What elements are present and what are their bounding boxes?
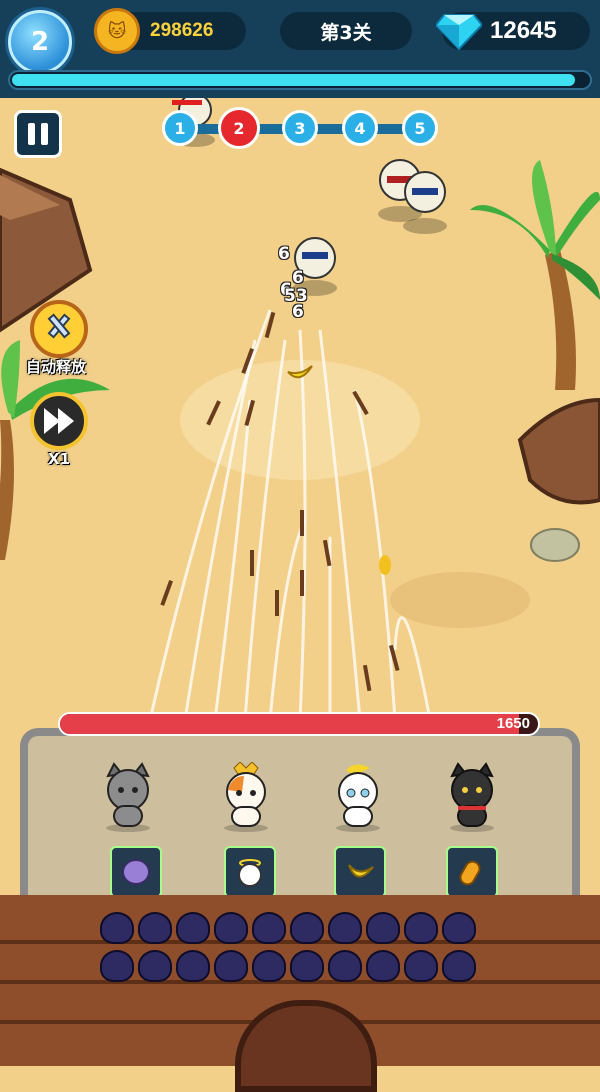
diamond-icon: [436, 14, 482, 51]
ammo-bag: [290, 950, 324, 982]
stage-label: 第3关: [320, 21, 372, 44]
ammo-bag: [176, 950, 210, 982]
ammo-bag: [176, 912, 210, 944]
wave-node-1: 1: [162, 110, 198, 146]
ammo-bag: [404, 912, 438, 944]
dropped-coin: [379, 555, 391, 575]
ammo-bag: [252, 950, 286, 982]
wave-node-4: 4: [342, 110, 378, 146]
gem-counter: 12645: [436, 12, 590, 51]
wave-node-2: 2: [218, 107, 260, 149]
player-level: 2: [30, 27, 50, 57]
skill-slot-2[interactable]: [224, 846, 276, 898]
angel-cat-icon: [238, 859, 262, 887]
auto-cast-button[interactable]: [30, 300, 88, 358]
ammo-bag: [138, 950, 172, 982]
ammo-bag: [100, 912, 134, 944]
base-health-bar: 1650: [58, 712, 540, 736]
auto-cast-label: 自动释放: [26, 358, 87, 376]
pause-icon: [28, 123, 35, 145]
cat-hero-white[interactable]: [326, 762, 390, 832]
skill-slot-4[interactable]: [446, 846, 498, 898]
wave-node-3: 3: [282, 110, 318, 146]
purple-orb-icon: [122, 859, 150, 885]
ammo-bag: [214, 912, 248, 944]
ammo-bag: [442, 950, 476, 982]
speed-toggle-button[interactable]: [30, 392, 88, 450]
ammo-bag: [252, 912, 286, 944]
pause-button[interactable]: [14, 110, 62, 158]
cat-hero-gray[interactable]: [96, 762, 160, 832]
ammo-bag: [404, 950, 438, 982]
bullet-icon: [459, 860, 481, 886]
cat-coin-icon: 🐱: [94, 8, 140, 54]
gem-amount: 12645: [490, 17, 557, 44]
player-level-badge[interactable]: 2: [8, 10, 72, 74]
ammo-bag: [442, 912, 476, 944]
ammo-bag: [328, 950, 362, 982]
speed-label: X1: [48, 450, 71, 468]
base-health-fill: [60, 714, 519, 734]
coin-counter: 🐱 298626: [94, 8, 246, 54]
enemy-cat-skeleton-3: [403, 171, 447, 234]
ammo-bag: [328, 912, 362, 944]
sword-shield-icon: [47, 313, 71, 339]
ammo-bag: [100, 950, 134, 982]
rock: [530, 528, 580, 562]
wave-node-5: 5: [402, 110, 438, 146]
damage-number: 6: [292, 302, 304, 322]
ammo-bag: [138, 912, 172, 944]
experience-bar: [8, 70, 592, 90]
ammo-bag: [366, 912, 400, 944]
cat-hero-black[interactable]: [440, 762, 504, 832]
ammo-bag: [214, 950, 248, 982]
ammo-bag: [366, 950, 400, 982]
base-health-value: 1650: [496, 715, 530, 732]
damage-number: 6: [292, 268, 304, 288]
skill-slot-1[interactable]: [110, 846, 162, 898]
coin-amount: 298626: [150, 20, 214, 41]
skill-slot-3[interactable]: [334, 846, 386, 898]
damage-number: 6: [278, 244, 290, 264]
stage-indicator: 第3关: [280, 12, 412, 50]
experience-bar-fill: [12, 74, 575, 86]
cat-hero-calico[interactable]: [214, 762, 278, 832]
ammo-bag: [290, 912, 324, 944]
banana-icon: [348, 864, 374, 878]
fast-forward-icon: [44, 408, 74, 434]
